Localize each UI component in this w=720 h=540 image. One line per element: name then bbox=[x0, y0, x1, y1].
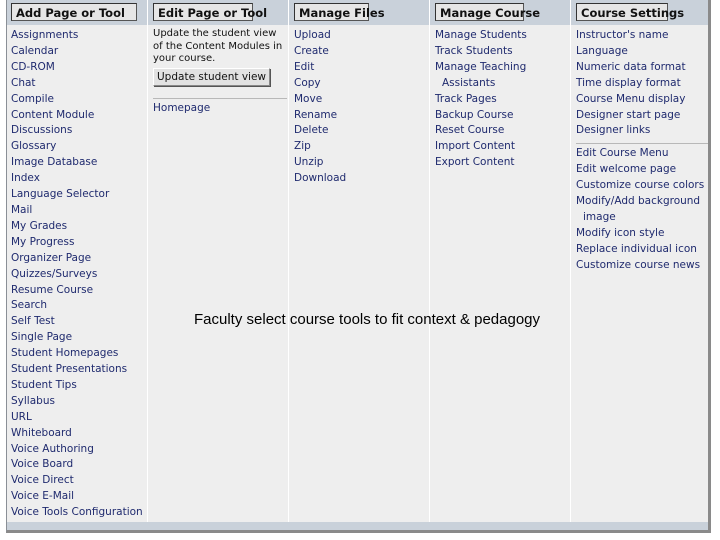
list-item-cd-rom[interactable]: CD-ROM bbox=[11, 60, 143, 76]
list-item-instructor-s-name[interactable]: Instructor's name bbox=[576, 28, 704, 44]
list-item-my-progress[interactable]: My Progress bbox=[11, 235, 143, 251]
list-item-syllabus[interactable]: Syllabus bbox=[11, 394, 143, 410]
list-item-image[interactable]: image bbox=[576, 210, 704, 226]
list-item-compile[interactable]: Compile bbox=[11, 92, 143, 108]
list-item-language[interactable]: Language bbox=[576, 44, 704, 60]
list-item-resume-course[interactable]: Resume Course bbox=[11, 283, 143, 299]
list-item-upload[interactable]: Upload bbox=[294, 28, 346, 44]
course-settings-list: Instructor's name Language Numeric data fo… bbox=[576, 28, 708, 274]
column-divider bbox=[429, 0, 430, 522]
list-item-assistants[interactable]: Assistants bbox=[435, 76, 527, 92]
list-item-backup-course[interactable]: Backup Course bbox=[435, 108, 527, 124]
list-item-discussions[interactable]: Discussions bbox=[11, 123, 143, 139]
list-item-glossary[interactable]: Glossary bbox=[11, 139, 143, 155]
list-item-reset-course[interactable]: Reset Course bbox=[435, 123, 527, 139]
list-item-chat[interactable]: Chat bbox=[11, 76, 143, 92]
list-item-mail[interactable]: Mail bbox=[11, 203, 143, 219]
list-item-index[interactable]: Index bbox=[11, 171, 143, 187]
edit-description: Update the student view of the Content M… bbox=[153, 28, 283, 64]
list-item-customize-course-colors[interactable]: Customize course colors bbox=[576, 178, 704, 194]
list-item-rename[interactable]: Rename bbox=[294, 108, 346, 124]
list-item-export-content[interactable]: Export Content bbox=[435, 155, 527, 171]
list-item-track-students[interactable]: Track Students bbox=[435, 44, 527, 60]
list-item-edit-course-menu[interactable]: Edit Course Menu bbox=[576, 143, 708, 162]
update-student-view-button[interactable]: Update student view bbox=[153, 68, 271, 86]
footer-band bbox=[7, 522, 708, 530]
list-item-voice-authoring[interactable]: Voice Authoring bbox=[11, 442, 143, 458]
list-item-designer-start-page[interactable]: Designer start page bbox=[576, 108, 704, 124]
manage-files-header: Manage Files bbox=[294, 3, 385, 21]
column-divider bbox=[570, 0, 571, 522]
list-item-unzip[interactable]: Unzip bbox=[294, 155, 346, 171]
list-item-customize-course-news[interactable]: Customize course news bbox=[576, 258, 704, 274]
list-item-manage-students[interactable]: Manage Students bbox=[435, 28, 527, 44]
homepage-link[interactable]: Homepage bbox=[153, 101, 210, 116]
list-item-student-tips[interactable]: Student Tips bbox=[11, 378, 143, 394]
list-item-modify-icon-style[interactable]: Modify icon style bbox=[576, 226, 704, 242]
add-page-or-tool-header: Add Page or Tool bbox=[11, 3, 137, 21]
list-item-voice-e-mail[interactable]: Voice E-Mail bbox=[11, 489, 143, 505]
list-item-track-pages[interactable]: Track Pages bbox=[435, 92, 527, 108]
list-item-create[interactable]: Create bbox=[294, 44, 346, 60]
edit-page-or-tool-header: Edit Page or Tool bbox=[153, 3, 267, 21]
list-item-assignments[interactable]: Assignments bbox=[11, 28, 143, 44]
caption: Faculty select course tools to fit conte… bbox=[194, 311, 541, 328]
list-item-zip[interactable]: Zip bbox=[294, 139, 346, 155]
list-item-whiteboard[interactable]: Whiteboard bbox=[11, 426, 143, 442]
list-item-voice-tools-configuration[interactable]: Voice Tools Configuration bbox=[11, 505, 143, 521]
manage-files-list: Upload Create Edit Copy Move Rename Delete Zip U… bbox=[294, 28, 346, 187]
column-divider bbox=[288, 0, 289, 522]
list-item-student-presentations[interactable]: Student Presentations bbox=[11, 362, 143, 378]
list-item-move[interactable]: Move bbox=[294, 92, 346, 108]
list-item-designer-links[interactable]: Designer links bbox=[576, 123, 704, 139]
list-item-self-test[interactable]: Self Test bbox=[11, 314, 143, 330]
list-item-modify-add-background[interactable]: Modify/Add background bbox=[576, 194, 704, 210]
manage-course-header: Manage Course bbox=[435, 3, 540, 21]
list-item-manage-teaching[interactable]: Manage Teaching bbox=[435, 60, 527, 76]
course-settings-header: Course Settings bbox=[576, 3, 684, 21]
add-page-or-tool-list: Assignments Calendar CD-ROM Chat Compile Cont… bbox=[11, 28, 143, 521]
list-item-delete[interactable]: Delete bbox=[294, 123, 346, 139]
list-item-quizzes-surveys[interactable]: Quizzes/Surveys bbox=[11, 267, 143, 283]
list-item-edit[interactable]: Edit bbox=[294, 60, 346, 76]
list-item-numeric-data-format[interactable]: Numeric data format bbox=[576, 60, 704, 76]
list-item-edit-welcome-page[interactable]: Edit welcome page bbox=[576, 162, 704, 178]
list-item-time-display-format[interactable]: Time display format bbox=[576, 76, 704, 92]
list-item-voice-direct[interactable]: Voice Direct bbox=[11, 473, 143, 489]
list-item-student-homepages[interactable]: Student Homepages bbox=[11, 346, 143, 362]
manage-course-list: Manage Students Track Students Manage Teac… bbox=[435, 28, 527, 171]
list-item-copy[interactable]: Copy bbox=[294, 76, 346, 92]
list-item-voice-board[interactable]: Voice Board bbox=[11, 457, 143, 473]
list-item-url[interactable]: URL bbox=[11, 410, 143, 426]
list-item-search[interactable]: Search bbox=[11, 298, 143, 314]
list-item-organizer-page[interactable]: Organizer Page bbox=[11, 251, 143, 267]
course-tools-panel: Add Page or Tool Assignments Calendar CD-R… bbox=[6, 0, 711, 533]
list-item-import-content[interactable]: Import Content bbox=[435, 139, 527, 155]
list-item-calendar[interactable]: Calendar bbox=[11, 44, 143, 60]
list-item-image-database[interactable]: Image Database bbox=[11, 155, 143, 171]
list-item-content-module[interactable]: Content Module bbox=[11, 108, 143, 124]
edit-separator bbox=[153, 98, 287, 99]
list-item-course-menu-display[interactable]: Course Menu display bbox=[576, 92, 704, 108]
list-item-replace-individual-icon[interactable]: Replace individual icon bbox=[576, 242, 704, 258]
list-item-language-selector[interactable]: Language Selector bbox=[11, 187, 143, 203]
column-divider bbox=[147, 0, 148, 522]
list-item-my-grades[interactable]: My Grades bbox=[11, 219, 143, 235]
list-item-single-page[interactable]: Single Page bbox=[11, 330, 143, 346]
list-item-download[interactable]: Download bbox=[294, 171, 346, 187]
